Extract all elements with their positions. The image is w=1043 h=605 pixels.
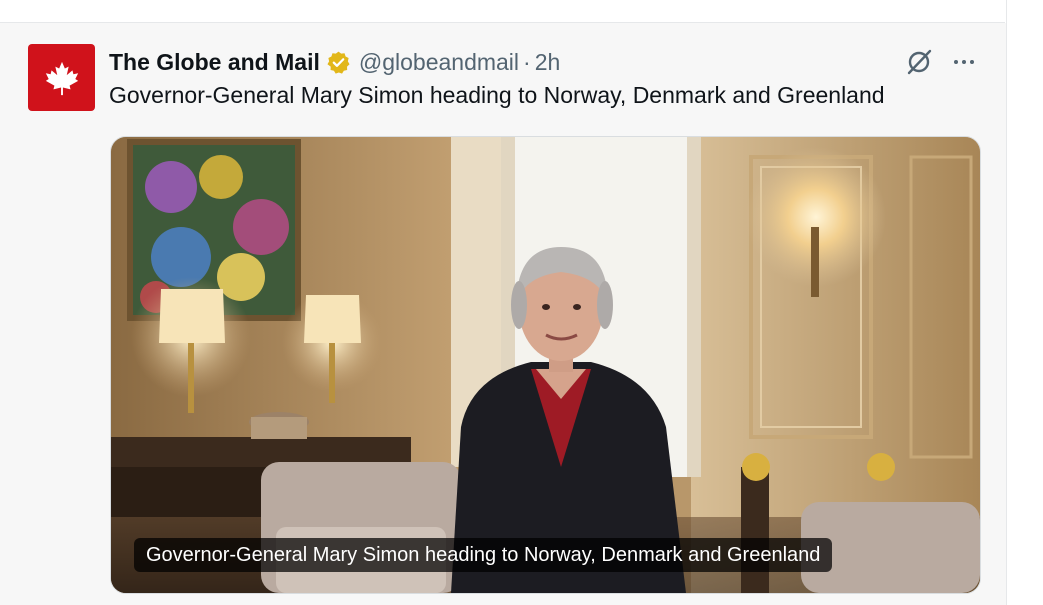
post-text: Governor-General Mary Simon heading to N… [109, 82, 885, 108]
author-handle[interactable]: @globeandmail [359, 49, 519, 76]
post-media-image[interactable] [110, 136, 981, 594]
grok-icon[interactable] [903, 46, 935, 78]
portrait-photo [111, 137, 980, 593]
post-header: The Globe and Mail @globeandmail · 2h [109, 46, 560, 78]
author-name[interactable]: The Globe and Mail [109, 49, 320, 76]
previous-post-edge [0, 0, 1005, 23]
more-options-icon[interactable] [948, 46, 980, 78]
avatar[interactable] [28, 44, 95, 111]
separator-dot: · [523, 48, 531, 75]
post-timestamp[interactable]: 2h [535, 49, 561, 76]
maple-leaf-icon [45, 61, 78, 95]
timeline-border [1006, 0, 1007, 605]
media-caption: Governor-General Mary Simon heading to N… [134, 538, 833, 572]
verified-badge-icon[interactable] [326, 50, 351, 75]
